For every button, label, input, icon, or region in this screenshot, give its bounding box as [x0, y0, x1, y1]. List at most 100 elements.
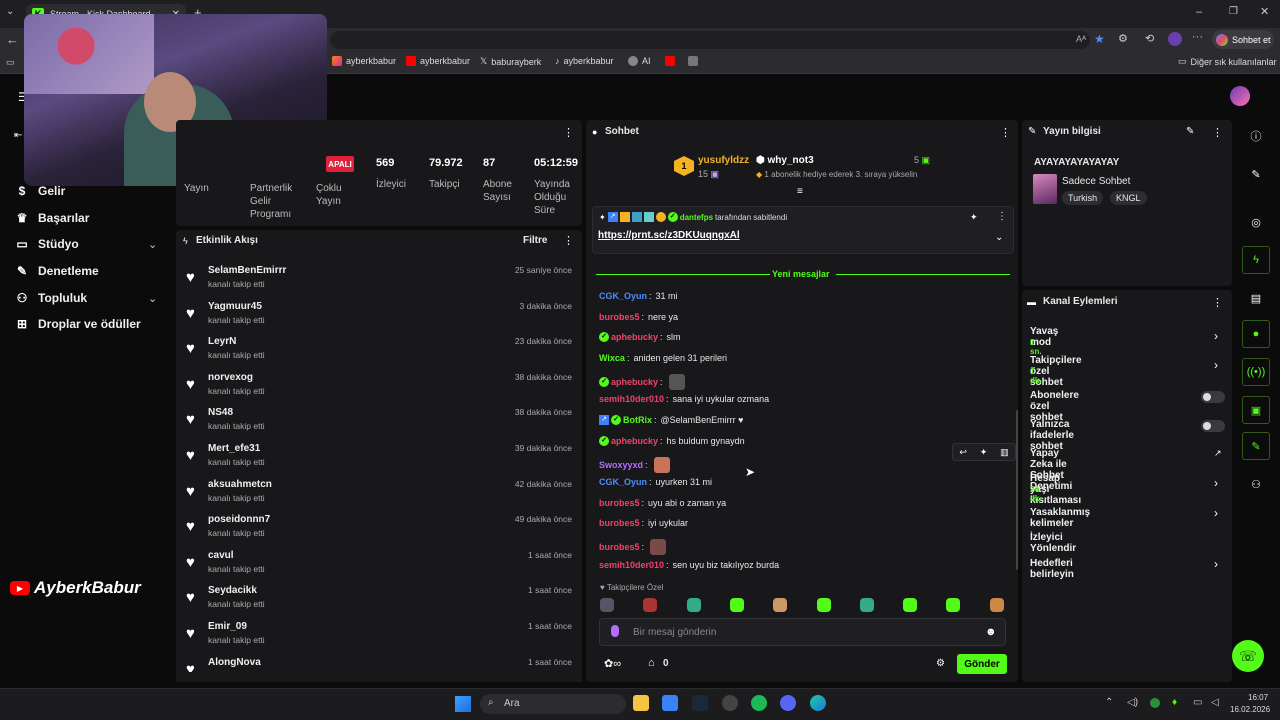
clock-time[interactable]: 16:07: [1248, 693, 1268, 702]
activity-menu-icon[interactable]: ⋮: [563, 234, 574, 247]
window-close-icon[interactable]: ✕: [1260, 5, 1269, 18]
pin-message-icon[interactable]: ✦: [980, 447, 988, 458]
chat-username[interactable]: burobes5: [599, 312, 640, 322]
chevron-down-icon[interactable]: ⌄: [148, 238, 157, 251]
channel-action-label[interactable]: İzleyici Yönlendir: [1030, 532, 1076, 554]
extensions-icon[interactable]: ⚙: [1118, 32, 1128, 45]
external-link-icon[interactable]: ↗: [1214, 448, 1222, 459]
photos-icon[interactable]: [662, 695, 678, 711]
volume-icon[interactable]: ◁): [1127, 697, 1138, 708]
reply-icon[interactable]: ↩: [959, 447, 967, 458]
tab-list-icon[interactable]: ⌄: [6, 6, 20, 20]
history-icon[interactable]: ⟲: [1145, 32, 1154, 45]
chat-username[interactable]: burobes5: [599, 518, 640, 528]
maximize-icon[interactable]: ❐: [1229, 6, 1238, 17]
emote-icon[interactable]: [773, 598, 788, 612]
discord-icon[interactable]: [780, 695, 796, 711]
channel-points-icon[interactable]: ✿∞: [604, 657, 621, 670]
tag-turkish[interactable]: Turkish: [1062, 191, 1104, 205]
emoji-icon[interactable]: ☻: [985, 626, 997, 638]
bookmark-youtube-2[interactable]: [665, 56, 675, 66]
sidebar-item-droplar[interactable]: ⊞ Droplar ve ödüller: [16, 317, 141, 331]
tag-kngl[interactable]: KNGL: [1110, 191, 1147, 205]
emote-icon[interactable]: [946, 598, 961, 612]
microphone-icon[interactable]: [611, 625, 619, 637]
bookmark-tiktok[interactable]: ♪ ayberkbabur: [555, 56, 614, 66]
activity-username[interactable]: AlongNova: [208, 657, 261, 668]
chat-username[interactable]: Swoxyyxd: [599, 460, 643, 470]
chat-username[interactable]: aphebucky: [611, 332, 658, 342]
chat-username[interactable]: Wixca: [599, 353, 625, 363]
chevron-right-icon[interactable]: ›: [1214, 506, 1218, 520]
file-explorer-icon[interactable]: [633, 695, 649, 711]
chat-username[interactable]: CGK_Oyun: [599, 477, 647, 487]
taskbar-search[interactable]: [480, 694, 626, 714]
bookmark-misc[interactable]: [688, 56, 698, 66]
chat-settings-icon[interactable]: ⚙: [936, 658, 945, 669]
pinned-menu-icon[interactable]: ⋮: [997, 211, 1007, 222]
chevron-right-icon[interactable]: ›: [1214, 557, 1218, 571]
stream-info-menu-icon[interactable]: ⋮: [1212, 126, 1223, 139]
network-icon[interactable]: ▭: [1193, 697, 1202, 708]
mic-tray-icon[interactable]: ♦: [1172, 697, 1177, 708]
emote-icon[interactable]: [600, 598, 614, 612]
reading-icon[interactable]: ▭: [6, 57, 15, 68]
emote-icon[interactable]: [816, 598, 831, 612]
chevron-down-icon[interactable]: ⌄: [995, 232, 1003, 243]
bolt-tool-icon[interactable]: ϟ: [1242, 246, 1270, 274]
activity-username[interactable]: LeyrN: [208, 336, 236, 347]
minimize-icon[interactable]: –: [1196, 6, 1202, 18]
copilot-button[interactable]: Sohbet et: [1212, 30, 1274, 49]
activity-username[interactable]: norvexog: [208, 372, 253, 383]
favorite-star-icon[interactable]: ★: [1094, 32, 1105, 46]
bookmark-ai[interactable]: AI: [628, 56, 651, 66]
toggle-switch[interactable]: [1201, 391, 1225, 403]
bookmark-x[interactable]: 𝕏baburayberk: [480, 56, 541, 67]
steam-icon[interactable]: [692, 695, 708, 711]
chat-username[interactable]: semih10der010: [599, 394, 664, 404]
stream-category[interactable]: Sadece Sohbet: [1062, 176, 1130, 187]
send-button[interactable]: Gönder: [957, 654, 1007, 674]
activity-username[interactable]: Mert_efe31: [208, 443, 260, 454]
delete-icon[interactable]: ▥: [1000, 447, 1009, 458]
emote-icon[interactable]: [859, 598, 874, 612]
back-icon[interactable]: ←: [6, 32, 19, 47]
layout-tool-icon[interactable]: ▣: [1242, 396, 1270, 424]
activity-username[interactable]: Emir_09: [208, 621, 247, 632]
chat-username[interactable]: BotRix: [623, 415, 652, 425]
camera-tool-icon[interactable]: ◎: [1242, 208, 1270, 236]
edge-icon[interactable]: [810, 695, 826, 711]
channel-action-label[interactable]: Yasaklanmış kelimeler: [1030, 507, 1090, 529]
edit-tool-icon[interactable]: ✎: [1242, 160, 1270, 188]
chat-username[interactable]: aphebucky: [611, 436, 658, 446]
sidebar-item-basarilar[interactable]: ♛ Başarılar: [16, 211, 90, 225]
emote-icon[interactable]: [989, 598, 1004, 612]
unpin-icon[interactable]: ✦: [970, 212, 978, 223]
broadcast-tool-icon[interactable]: ((•)): [1242, 358, 1270, 386]
chevron-right-icon[interactable]: ›: [1214, 476, 1218, 490]
bookmark-instagram[interactable]: ayberkbabur: [332, 56, 396, 66]
pinned-link[interactable]: https://prnt.sc/z3DKUuqngxAl: [598, 230, 740, 241]
windows-start-icon[interactable]: [455, 696, 471, 712]
gifter-name[interactable]: why_not3: [768, 155, 814, 166]
stats-menu-icon[interactable]: ⋮: [563, 126, 574, 139]
tray-chevron-icon[interactable]: ⌃: [1105, 697, 1113, 708]
emote-icon[interactable]: [643, 598, 658, 612]
activity-username[interactable]: NS48: [208, 407, 233, 418]
read-aloud-icon[interactable]: Aᴬ: [1076, 34, 1086, 44]
activity-username[interactable]: SelamBenEmirrr: [208, 265, 286, 276]
channel-action-label[interactable]: Hedefleri belirleyin: [1030, 558, 1074, 580]
chevron-right-icon[interactable]: ›: [1214, 329, 1218, 343]
category-thumbnail[interactable]: [1033, 174, 1057, 204]
emote-icon[interactable]: [729, 598, 744, 612]
chat-username[interactable]: burobes5: [599, 498, 640, 508]
chat-scrollbar[interactable]: [1016, 410, 1018, 570]
info-icon[interactable]: ⓘ: [1242, 122, 1270, 150]
chat-username[interactable]: burobes5: [599, 542, 640, 552]
chat-menu-icon[interactable]: ⋮: [1000, 126, 1011, 139]
more-menu-icon[interactable]: ···: [1192, 31, 1203, 43]
channel-actions-menu-icon[interactable]: ⋮: [1212, 296, 1223, 309]
sidebar-item-denetleme[interactable]: ✎ Denetleme: [16, 264, 99, 278]
pinned-by-user[interactable]: dantefps: [680, 213, 713, 222]
activity-username[interactable]: aksuahmetcn: [208, 479, 272, 490]
